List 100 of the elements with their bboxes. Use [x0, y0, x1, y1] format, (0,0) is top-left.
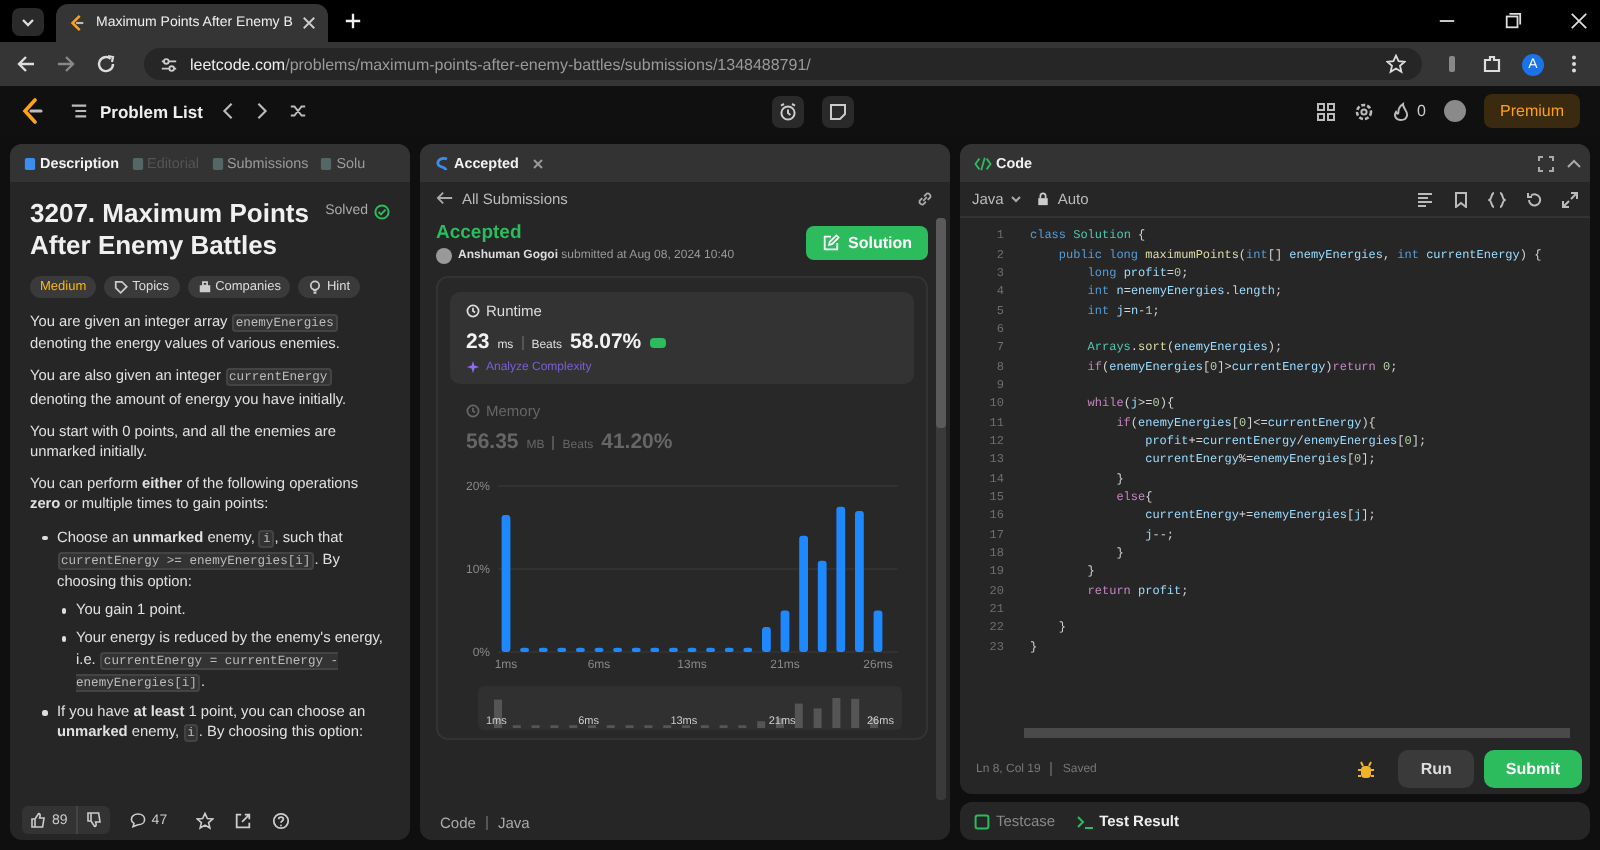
thumbs-up-icon [30, 812, 46, 828]
debug-icon[interactable] [1356, 759, 1377, 779]
clock-icon [466, 404, 480, 418]
metric-value: 56.35 [466, 430, 519, 454]
chevron-left-icon[interactable] [220, 102, 237, 120]
chart-bar [724, 647, 734, 652]
shuffle-icon[interactable] [288, 102, 309, 120]
scrollbar[interactable] [1024, 728, 1570, 738]
settings-icon[interactable] [1353, 101, 1374, 121]
puzzle-icon[interactable] [1482, 54, 1502, 74]
clock-icon [466, 304, 480, 318]
run-button[interactable]: Run [1398, 750, 1474, 788]
chart-bar [538, 647, 548, 652]
chevron-right-icon[interactable] [254, 102, 271, 120]
lightbulb-icon [308, 280, 323, 294]
chevron-down-icon [1009, 194, 1022, 204]
problem-list-button[interactable]: Problem List [70, 101, 203, 121]
chart-bar [780, 610, 790, 652]
lock-icon [1035, 192, 1050, 206]
tab-list-button[interactable] [12, 7, 44, 35]
bookmark-icon[interactable] [1454, 191, 1468, 207]
star-icon[interactable] [1386, 54, 1406, 74]
chart-bar [817, 560, 827, 652]
terminal-icon [1075, 813, 1094, 829]
collapse-icon[interactable] [1566, 155, 1582, 171]
chart-bar [650, 647, 660, 652]
premium-button[interactable]: Premium [1484, 94, 1581, 128]
scrollbar[interactable] [936, 218, 946, 800]
bullet-icon [61, 608, 66, 614]
timer-button[interactable] [771, 95, 804, 127]
chart-bar [762, 627, 771, 652]
chart-bar [873, 610, 883, 652]
code-icon [974, 155, 992, 171]
grid-icon[interactable] [1315, 101, 1336, 121]
chart-bar [631, 647, 641, 652]
chart-bar [501, 515, 511, 652]
chevron-down-icon [20, 13, 36, 29]
chart-bar [594, 647, 604, 652]
format-icon[interactable] [1416, 191, 1434, 207]
list-icon [70, 102, 88, 120]
thumbs-down-icon [85, 812, 102, 828]
beats-percent: 58.07% [570, 330, 642, 354]
url-text: leetcode.com/problems/maximum-points-after-enemy-battles/submissions/1348488791/ [190, 55, 811, 73]
chart-bar [613, 647, 622, 652]
link-icon[interactable] [916, 189, 934, 207]
user-avatar[interactable] [1444, 100, 1466, 122]
alarm-clock-icon [777, 101, 798, 121]
document-icon [24, 155, 36, 171]
address-bar[interactable]: leetcode.com/problems/maximum-points-after-enemy-battles/submissions/1348488791/ [144, 48, 1422, 80]
chart-bar [743, 647, 753, 652]
briefcase-icon [197, 280, 212, 294]
leetcode-logo-icon[interactable] [20, 98, 44, 124]
streak-count: 0 [1417, 102, 1426, 120]
new-tab-icon[interactable] [344, 12, 363, 30]
chart-bar [799, 535, 808, 652]
expand-icon[interactable] [1562, 191, 1578, 207]
close-icon[interactable] [302, 16, 317, 30]
badge-icon [649, 337, 666, 347]
leetcode-logo-icon [68, 14, 86, 32]
document-icon [131, 155, 144, 171]
braces-icon[interactable] [1488, 191, 1506, 207]
checkbox-icon [974, 813, 990, 829]
forward-arrow-icon[interactable] [56, 54, 76, 74]
reset-icon[interactable] [1526, 191, 1542, 207]
document-icon [211, 155, 224, 171]
comment-icon [129, 812, 146, 828]
chart-bar [557, 647, 567, 652]
problem-title: 3207. Maximum Points After Enemy Battles [30, 198, 311, 262]
chart-bar [687, 647, 697, 652]
fullscreen-icon[interactable] [1538, 155, 1554, 171]
bullet-icon [42, 535, 47, 541]
sparkle-icon [466, 360, 480, 374]
author-avatar [436, 248, 452, 264]
chart-bar [520, 647, 529, 652]
chart-bar [669, 647, 678, 652]
site-settings-icon[interactable] [160, 55, 178, 73]
result-status: Accepted [436, 222, 524, 244]
chart-bar [576, 647, 585, 652]
document-icon [320, 155, 333, 171]
metric-value: 23 [466, 330, 490, 354]
restore-icon[interactable] [1504, 12, 1522, 30]
chart-bar [855, 510, 864, 652]
edit-icon [822, 234, 840, 252]
share-icon[interactable] [233, 811, 252, 829]
bullet-icon [61, 636, 66, 642]
bullet-icon [42, 710, 47, 716]
star-icon[interactable] [195, 811, 214, 829]
tag-icon [114, 280, 129, 294]
flame-icon[interactable] [1391, 101, 1410, 121]
submission-icon [434, 155, 450, 171]
check-circle-icon [374, 204, 390, 220]
note-icon [827, 101, 848, 121]
arrow-left-icon [436, 190, 454, 206]
notes-button[interactable] [821, 95, 854, 127]
dislike-button[interactable] [75, 806, 110, 834]
reload-icon[interactable] [96, 54, 116, 74]
help-icon[interactable] [271, 811, 290, 829]
beats-percent: 41.20% [601, 430, 673, 454]
back-arrow-icon[interactable] [16, 54, 36, 74]
chart-bar [706, 647, 715, 652]
